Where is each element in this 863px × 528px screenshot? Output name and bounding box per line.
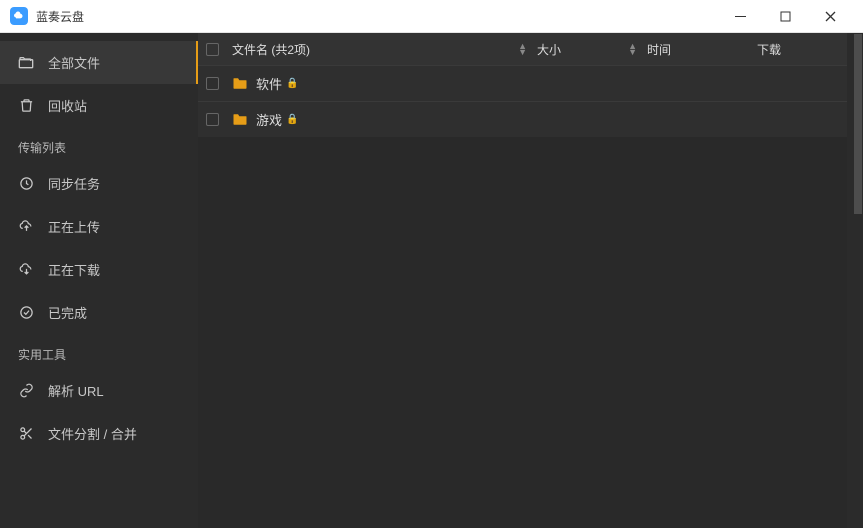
sort-icon: ▲▼ bbox=[518, 43, 527, 55]
download-icon bbox=[18, 262, 34, 278]
sidebar-item-recycle-bin[interactable]: 回收站 bbox=[0, 84, 198, 127]
row-checkbox[interactable] bbox=[206, 77, 219, 90]
app-title: 蓝奏云盘 bbox=[36, 8, 84, 25]
minimize-button[interactable] bbox=[718, 0, 763, 33]
scissors-icon bbox=[18, 426, 34, 442]
sidebar-item-label: 回收站 bbox=[48, 96, 87, 115]
sidebar-item-downloading[interactable]: 正在下载 bbox=[0, 248, 198, 291]
folder-icon bbox=[232, 113, 248, 126]
row-name: 游戏 bbox=[256, 110, 282, 129]
lock-icon: 🔒 bbox=[286, 114, 298, 125]
window-controls bbox=[718, 0, 853, 33]
sidebar-item-completed[interactable]: 已完成 bbox=[0, 291, 198, 334]
header-size-label: 大小 bbox=[537, 41, 561, 58]
sidebar-section-tools: 实用工具 bbox=[0, 334, 198, 369]
folder-icon bbox=[232, 77, 248, 90]
sidebar-item-all-files[interactable]: 全部文件 bbox=[0, 41, 198, 84]
sidebar-item-label: 全部文件 bbox=[48, 53, 100, 72]
sidebar: 全部文件 回收站 传输列表 同步任务 正在上传 正在下载 bbox=[0, 33, 198, 528]
scrollbar-thumb[interactable] bbox=[854, 34, 862, 214]
main-content: 文件名 (共2项) ▲▼ 大小 ▲▼ 时间 下载 bbox=[198, 33, 853, 528]
titlebar: 蓝奏云盘 bbox=[0, 0, 863, 33]
sidebar-section-transfer: 传输列表 bbox=[0, 127, 198, 162]
sidebar-item-label: 已完成 bbox=[48, 303, 87, 322]
row-checkbox[interactable] bbox=[206, 113, 219, 126]
sidebar-item-label: 正在下载 bbox=[48, 260, 100, 279]
sync-icon bbox=[18, 176, 34, 192]
sidebar-item-label: 文件分割 / 合并 bbox=[48, 424, 137, 443]
header-download[interactable]: 下载 bbox=[757, 41, 847, 58]
link-icon bbox=[18, 383, 34, 399]
trash-icon bbox=[18, 98, 34, 114]
scrollbar[interactable] bbox=[853, 33, 863, 528]
sidebar-item-uploading[interactable]: 正在上传 bbox=[0, 205, 198, 248]
sidebar-item-label: 正在上传 bbox=[48, 217, 100, 236]
header-time[interactable]: 时间 bbox=[647, 41, 757, 58]
check-icon bbox=[18, 305, 34, 321]
folders-icon bbox=[18, 55, 34, 71]
sidebar-item-parse-url[interactable]: 解析 URL bbox=[0, 369, 198, 412]
app-icon bbox=[10, 7, 28, 25]
header-size[interactable]: 大小 ▲▼ bbox=[537, 41, 647, 58]
file-table: 文件名 (共2项) ▲▼ 大小 ▲▼ 时间 下载 bbox=[198, 33, 847, 528]
header-time-label: 时间 bbox=[647, 41, 671, 58]
close-button[interactable] bbox=[808, 0, 853, 33]
table-header: 文件名 (共2项) ▲▼ 大小 ▲▼ 时间 下载 bbox=[198, 33, 847, 65]
sidebar-item-file-split-merge[interactable]: 文件分割 / 合并 bbox=[0, 412, 198, 455]
empty-area bbox=[198, 137, 847, 528]
row-name: 软件 bbox=[256, 74, 282, 93]
header-name-label: 文件名 (共2项) bbox=[232, 41, 310, 58]
header-name[interactable]: 文件名 (共2项) ▲▼ bbox=[226, 41, 537, 58]
select-all-checkbox[interactable] bbox=[206, 43, 219, 56]
upload-icon bbox=[18, 219, 34, 235]
maximize-button[interactable] bbox=[763, 0, 808, 33]
table-row[interactable]: 游戏 🔒 bbox=[198, 101, 847, 137]
sidebar-item-label: 同步任务 bbox=[48, 174, 100, 193]
sort-icon: ▲▼ bbox=[628, 43, 637, 55]
sidebar-item-label: 解析 URL bbox=[48, 381, 104, 400]
header-download-label: 下载 bbox=[757, 41, 781, 58]
lock-icon: 🔒 bbox=[286, 78, 298, 89]
table-row[interactable]: 软件 🔒 bbox=[198, 65, 847, 101]
sidebar-item-sync[interactable]: 同步任务 bbox=[0, 162, 198, 205]
